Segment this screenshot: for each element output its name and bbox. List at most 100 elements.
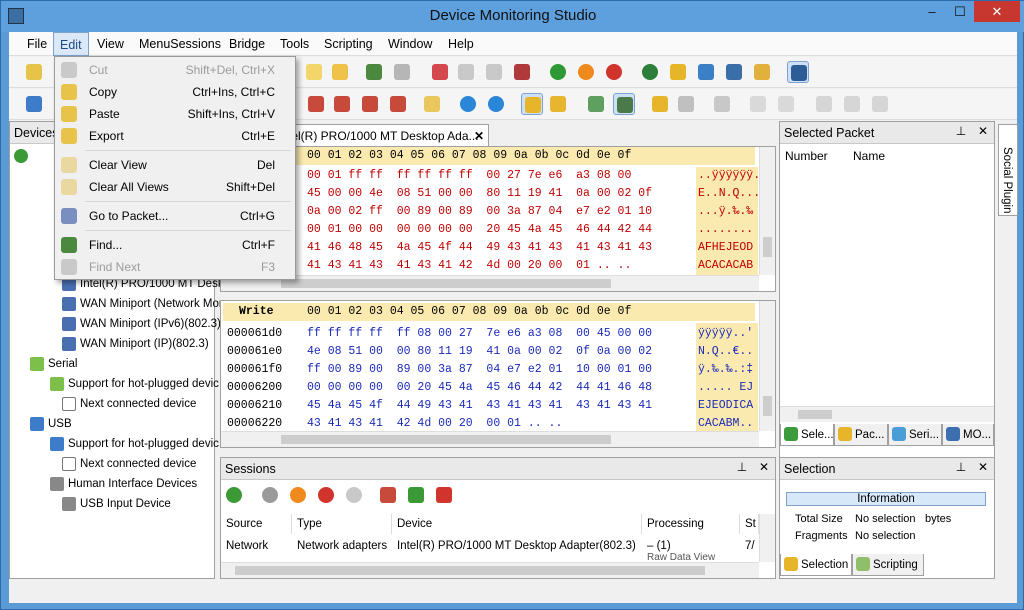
tree-item-usb-input[interactable]: USB Input Device — [62, 494, 171, 514]
tab-selection[interactable]: Selection — [780, 554, 852, 576]
menu-item-go-to-packet[interactable]: Go to Packet... Ctrl+G — [55, 205, 295, 227]
hex-row[interactable]: 0a 00 02 ff 00 89 00 89 00 3a 87 04 e7 e… — [307, 203, 652, 221]
close-tab-icon[interactable]: ✕ — [474, 125, 484, 146]
information-header[interactable]: Information — [786, 492, 986, 506]
tool-button-12[interactable] — [751, 61, 773, 83]
tab-scripting[interactable]: Scripting — [852, 554, 924, 576]
hex-scrollbar-vertical[interactable] — [759, 147, 775, 275]
pause-button[interactable] — [575, 61, 597, 83]
tool-button-10[interactable] — [695, 61, 717, 83]
close-icon[interactable]: ✕ — [976, 124, 990, 138]
tool-toggle-5[interactable] — [649, 93, 671, 115]
tool-toggle-7[interactable] — [711, 93, 733, 115]
tool-toggle-1[interactable] — [521, 93, 543, 115]
session-add-button[interactable] — [405, 484, 427, 506]
tool-toggle-2[interactable] — [547, 93, 569, 115]
menu-tools[interactable]: Tools — [274, 32, 315, 56]
tree-item-wan-ip[interactable]: WAN Miniport (IP)(802.3) — [62, 334, 209, 354]
column-name[interactable]: Name — [848, 146, 994, 166]
filter-button-4[interactable] — [387, 93, 409, 115]
hex-row[interactable]: 00 01 00 00 00 00 00 00 20 45 4a 45 46 4… — [307, 221, 652, 239]
menu-item-clear-view[interactable]: Clear View Del — [55, 154, 295, 176]
tree-item-usb-hotplug[interactable]: Support for hot-plugged devic — [50, 434, 219, 454]
column-source[interactable]: Source — [221, 514, 292, 534]
filter-button-2[interactable] — [331, 93, 353, 115]
hex-row[interactable]: 00 01 ff ff ff ff ff ff 00 27 7e e6 a3 0… — [307, 167, 631, 185]
close-button[interactable]: ✕ — [974, 1, 1020, 22]
session-minus-button[interactable] — [433, 484, 455, 506]
tool-button-8[interactable] — [511, 61, 533, 83]
menu-item-export[interactable]: Export Ctrl+E — [55, 125, 295, 147]
menu-item-copy[interactable]: Copy Ctrl+Ins, Ctrl+C — [55, 81, 295, 103]
social-plugin-tab[interactable]: Social Plugin — [998, 124, 1018, 216]
menu-scripting[interactable]: Scripting — [318, 32, 379, 56]
menu-window[interactable]: Window — [382, 32, 438, 56]
menu-item-cut[interactable]: Cut Shift+Del, Ctrl+X — [55, 59, 295, 81]
hex-write-scrollbar-vertical[interactable] — [759, 301, 775, 431]
filter-button-1[interactable] — [305, 93, 327, 115]
tree-item-usb[interactable]: USB — [30, 414, 72, 434]
menu-bridge[interactable]: Bridge — [223, 32, 271, 56]
hex-write-scrollbar-horizontal[interactable] — [221, 431, 759, 447]
timer-button[interactable] — [639, 61, 661, 83]
tool-button-11[interactable] — [723, 61, 745, 83]
column-device[interactable]: Device — [392, 514, 642, 534]
session-stop-button[interactable] — [315, 484, 337, 506]
add-device-button[interactable] — [14, 146, 44, 170]
packet-scrollbar-horizontal[interactable] — [780, 406, 994, 422]
hex-write-row[interactable]: 00006200 — [227, 379, 282, 397]
tree-item-serial-next[interactable]: Next connected device — [62, 394, 196, 414]
hex-write-row[interactable]: 000061e0 — [227, 343, 282, 361]
tree-item-usb-next[interactable]: Next connected device — [62, 454, 196, 474]
hex-scrollbar-horizontal[interactable] — [221, 275, 759, 291]
download-button[interactable] — [421, 93, 443, 115]
close-icon[interactable]: ✕ — [757, 460, 771, 474]
menu-edit[interactable]: Edit — [53, 32, 89, 56]
close-icon[interactable]: ✕ — [976, 460, 990, 474]
tool-toggle-6[interactable] — [675, 93, 697, 115]
column-type[interactable]: Type — [292, 514, 392, 534]
hex-row[interactable]: 45 00 00 4e 08 51 00 00 80 11 19 41 0a 0… — [307, 185, 652, 203]
menu-item-find-next[interactable]: Find Next F3 — [55, 256, 295, 278]
tab-intel-adapter[interactable]: Intel(R) PRO/1000 MT Desktop Ada... ✕ — [271, 124, 489, 146]
pin-icon[interactable]: ⊥ — [954, 124, 968, 138]
previous-button[interactable] — [457, 93, 479, 115]
minimize-button[interactable]: ‒ — [918, 1, 946, 22]
tool-button-3[interactable] — [363, 61, 385, 83]
tool-button-7[interactable] — [483, 61, 505, 83]
sessions-scrollbar-vertical[interactable] — [759, 514, 775, 562]
pin-icon[interactable]: ⊥ — [735, 460, 749, 474]
sub-tool-button[interactable] — [23, 93, 45, 115]
tool-button-5[interactable] — [429, 61, 451, 83]
stop-button[interactable] — [603, 61, 625, 83]
start-button[interactable] — [547, 61, 569, 83]
new-session-button[interactable] — [23, 61, 45, 83]
next-button[interactable] — [485, 93, 507, 115]
tool-button-2[interactable] — [329, 61, 351, 83]
hex-write-row[interactable]: 000061d0 — [227, 325, 282, 343]
tree-item-hid[interactable]: Human Interface Devices — [50, 474, 197, 494]
session-start-button[interactable] — [259, 484, 281, 506]
session-pause-button[interactable] — [287, 484, 309, 506]
column-processing[interactable]: Processing — [642, 514, 740, 534]
menu-file[interactable]: File — [21, 32, 53, 56]
hex-row[interactable]: 41 43 41 43 41 43 41 42 4d 00 20 00 01 .… — [307, 257, 631, 275]
column-number[interactable]: Number — [780, 146, 848, 166]
session-remove-button[interactable] — [343, 484, 365, 506]
tool-toggle-3[interactable] — [585, 93, 607, 115]
tab-selection-packet[interactable]: Sele... — [780, 424, 834, 446]
pin-icon[interactable]: ⊥ — [954, 460, 968, 474]
menu-item-clear-all-views[interactable]: Clear All Views Shift+Del — [55, 176, 295, 198]
maximize-button[interactable]: ☐ — [946, 1, 974, 22]
hex-row[interactable]: 41 46 48 45 4a 45 4f 44 49 43 41 43 41 4… — [307, 239, 652, 257]
tool-button-4[interactable] — [391, 61, 413, 83]
mail-button-3[interactable] — [869, 93, 891, 115]
tool-button-6[interactable] — [455, 61, 477, 83]
sessions-scrollbar-horizontal[interactable] — [221, 562, 759, 578]
tab-serial[interactable]: Seri... — [888, 424, 942, 446]
tree-item-wan-network[interactable]: WAN Miniport (Network Mor — [62, 294, 223, 314]
hex-write-row[interactable]: 00006210 — [227, 397, 282, 415]
mail-button-1[interactable] — [813, 93, 835, 115]
tool-button-9[interactable] — [667, 61, 689, 83]
tree-item-serial-hotplug[interactable]: Support for hot-plugged devic — [50, 374, 219, 394]
